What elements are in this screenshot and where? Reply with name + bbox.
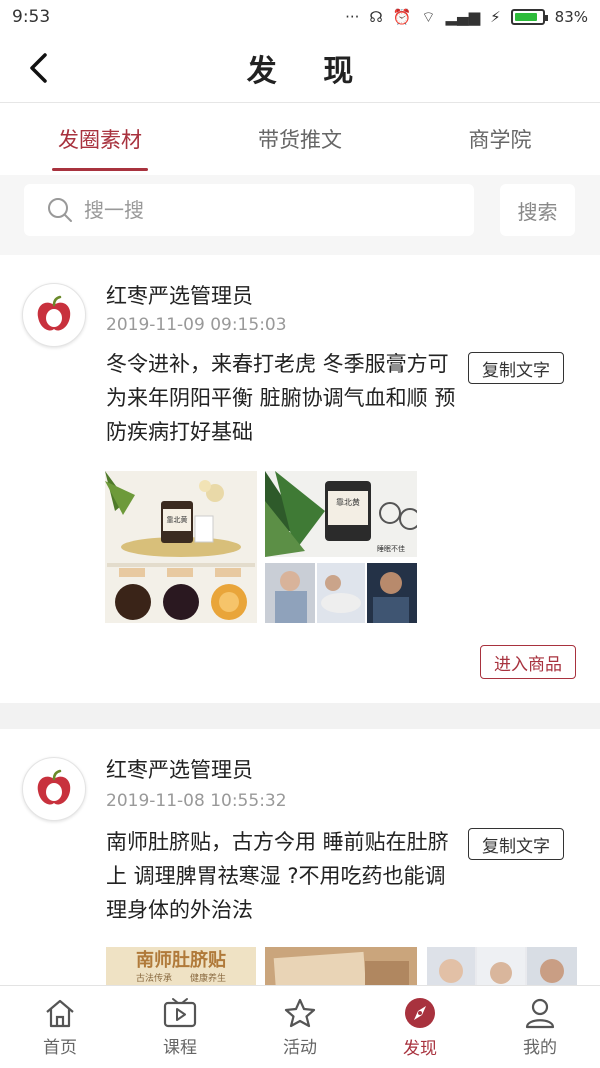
nav-home-label: 首页	[43, 1037, 77, 1058]
search-input[interactable]	[82, 197, 446, 223]
product-photo: 靠北黄	[105, 471, 257, 623]
post-time: 2019-11-09 09:15:03	[106, 315, 287, 335]
post-image[interactable]	[265, 947, 417, 985]
post-text: 南师肚脐贴，古方今用 睡前贴在肚脐上 调理脾胃祛寒湿 ?不用吃药也能调理身体的外…	[106, 830, 449, 922]
tab-material[interactable]: 发圈素材	[0, 103, 200, 175]
more-icon: ···	[345, 8, 360, 26]
compass-icon	[405, 997, 435, 1028]
search-button[interactable]: 搜索	[500, 184, 575, 236]
signal-icon: ▂▄▆	[445, 8, 481, 26]
post-time: 2019-11-08 10:55:32	[106, 791, 287, 811]
back-button[interactable]	[18, 48, 58, 88]
copy-text-button[interactable]: 复制文字	[468, 828, 564, 860]
apple-logo-icon	[37, 295, 71, 331]
post-image[interactable]: 靠北黄	[105, 471, 257, 623]
banner-photo: 南师肚脐贴 古法传承 健康养生	[106, 947, 256, 985]
avatar	[22, 283, 86, 347]
post-card: 红枣严选管理员 2019-11-08 10:55:32 南师肚脐贴，古方今用 睡…	[0, 729, 600, 985]
post-author: 红枣严选管理员	[106, 758, 253, 782]
post-author: 红枣严选管理员	[106, 284, 253, 308]
nav-home[interactable]: 首页	[0, 986, 120, 1068]
home-icon	[46, 999, 74, 1027]
image-subtitle: 健康养生	[190, 972, 226, 984]
jar-label: 靠北黄	[336, 497, 360, 507]
post-text: 冬令进补，来春打老虎 冬季服膏方可为来年阴阳平衡 脏腑协调气血和顺 预防疾病打好…	[106, 352, 456, 444]
post-card: 红枣严选管理员 2019-11-09 09:15:03 冬令进补，来春打老虎 冬…	[0, 255, 600, 703]
battery-percent: 83%	[554, 8, 588, 26]
nav-courses-label: 课程	[163, 1037, 197, 1058]
nav-activities-label: 活动	[283, 1037, 317, 1058]
nav-courses[interactable]: 课程	[120, 986, 240, 1068]
header: 发 现	[0, 34, 600, 103]
enter-product-button[interactable]: 进入商品	[480, 645, 576, 679]
person-icon	[525, 998, 555, 1028]
battery-icon	[510, 9, 548, 25]
nav-activities[interactable]: 活动	[240, 986, 360, 1068]
post-image[interactable]	[427, 947, 577, 985]
status-icons: ··· ☊ ⏰ ⌔ ▂▄▆ ⚡ 83%	[345, 8, 588, 27]
collage-photo: 靠北黄 睡眠不佳	[265, 471, 417, 623]
apple-logo-icon	[37, 769, 71, 805]
charging-icon: ⚡	[490, 8, 501, 26]
status-bar: 9:53 ··· ☊ ⏰ ⌔ ▂▄▆ ⚡ 83%	[0, 0, 600, 34]
post-image[interactable]: 南师肚脐贴 古法传承 健康养生	[106, 947, 256, 985]
nav-profile-label: 我的	[523, 1037, 557, 1058]
image-banner-text: 南师肚脐贴	[136, 949, 226, 971]
battery-fill	[514, 13, 537, 21]
nav-profile[interactable]: 我的	[480, 986, 600, 1068]
tab-promo-posts[interactable]: 带货推文	[200, 103, 400, 175]
post-image[interactable]: 靠北黄 睡眠不佳	[265, 471, 417, 623]
status-time: 9:53	[12, 7, 51, 27]
product-box-photo	[265, 947, 417, 985]
alarm-icon: ⏰	[392, 8, 412, 26]
nav-discover[interactable]: 发现	[360, 986, 480, 1068]
tab-business-school[interactable]: 商学院	[400, 103, 600, 175]
search-box[interactable]	[24, 184, 474, 236]
image-subtitle: 古法传承	[136, 972, 172, 984]
search-row: 搜索	[0, 175, 600, 255]
bottom-nav: 首页 课程 活动 发现 我的	[0, 985, 600, 1068]
wifi-icon: ⌔	[421, 7, 436, 26]
star-icon	[284, 998, 316, 1027]
chevron-left-icon	[30, 53, 47, 83]
avatar	[22, 757, 86, 821]
copy-text-button[interactable]: 复制文字	[468, 352, 564, 384]
video-icon	[163, 997, 197, 1027]
people-photo	[427, 947, 577, 985]
nav-discover-label: 发现	[403, 1038, 437, 1059]
jar-label: 靠北黄	[167, 515, 188, 524]
image-caption: 睡眠不佳	[377, 544, 405, 553]
tab-bar: 发圈素材 带货推文 商学院	[0, 103, 600, 175]
page-title: 发 现	[246, 54, 372, 89]
search-icon	[48, 198, 72, 222]
headphones-icon: ☊	[369, 8, 383, 26]
